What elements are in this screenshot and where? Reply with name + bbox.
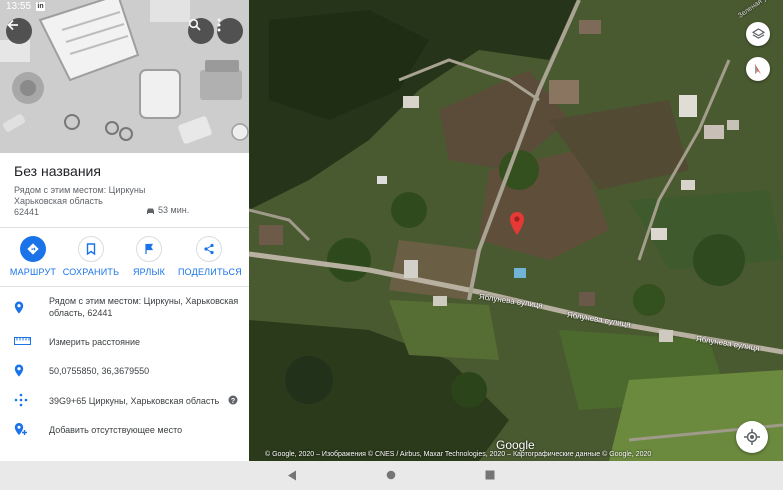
search-button[interactable] [188, 18, 214, 44]
action-bar: МАРШРУТ СОХРАНИТЬ ЯРЛЫК ПОДЕЛИТЬСЯ [0, 228, 249, 286]
save-label: СОХРАНИТЬ [62, 267, 120, 277]
drive-time: 53 мин. [146, 205, 189, 215]
dropped-pin-icon[interactable] [509, 212, 525, 236]
details-address: Рядом с этим местом: Циркуны, Харьковска… [49, 295, 238, 319]
linkedin-notification-icon: in [36, 2, 45, 11]
search-icon [188, 18, 201, 31]
nav-back-icon[interactable] [287, 470, 297, 481]
place-panel: Без названия Рядом с этим местом: Циркун… [0, 0, 249, 461]
directions-label: МАРШРУТ [9, 267, 57, 277]
directions-icon [20, 236, 46, 262]
share-button[interactable]: ПОДЕЛИТЬСЯ [178, 236, 242, 277]
plus-code-text: 39G9+65 Циркуны, Харьковская область [49, 396, 220, 406]
add-missing-place-text: Добавить отсутствующее место [49, 425, 183, 435]
coordinates-text: 50,0755850, 36,3679550 [49, 366, 150, 376]
google-logo: Google [496, 438, 535, 452]
label-label: ЯРЛЫК [132, 267, 166, 277]
place-title: Без названия [14, 163, 101, 179]
status-time: 13:55 [6, 1, 32, 12]
place-hero-illustration [0, 0, 249, 153]
map-attribution[interactable]: © Google, 2020 – Изображения © CNES / Ai… [265, 451, 651, 458]
back-button[interactable] [6, 18, 32, 44]
more-vert-icon [217, 18, 221, 32]
car-icon [147, 208, 154, 214]
layers-button[interactable] [746, 22, 770, 46]
place-address: Рядом с этим местом: Циркуны Харьковская… [14, 185, 154, 218]
my-location-button[interactable] [736, 421, 768, 453]
place-address-line3: 62441 [14, 207, 40, 217]
status-bar: 13:55 in [0, 0, 783, 14]
add-location-icon [14, 423, 27, 435]
address-row[interactable]: Рядом с этим местом: Циркуны, Харьковска… [0, 295, 249, 325]
location-pin-icon [14, 364, 24, 377]
details-address-line1: Рядом с этим местом: Циркуны, Харьковска… [49, 296, 239, 306]
system-navigation-bar [0, 461, 783, 490]
drive-time-text: 53 мин. [158, 205, 190, 215]
layers-icon [751, 27, 765, 39]
save-button[interactable]: СОХРАНИТЬ [60, 236, 122, 277]
divider [0, 286, 249, 287]
coordinates-row[interactable]: 50,0755850, 36,3679550 [0, 364, 249, 380]
place-address-line2: Харьковская область [14, 196, 103, 206]
help-icon[interactable]: ? [228, 395, 238, 405]
arrow-back-icon [7, 19, 18, 31]
bookmark-icon [78, 236, 104, 262]
ruler-icon [14, 337, 31, 345]
more-options-button[interactable] [217, 18, 243, 44]
place-info: Без названия Рядом с этим местом: Циркун… [0, 153, 249, 227]
nav-home-icon[interactable] [386, 470, 396, 480]
satellite-map[interactable]: Яблунева вулиця Яблунева вулиця Яблунева… [249, 0, 783, 461]
svg-text:?: ? [231, 398, 235, 405]
directions-button[interactable]: МАРШРУТ [2, 236, 64, 277]
crosshair-icon [744, 429, 760, 445]
share-icon [196, 236, 222, 262]
plus-code-row[interactable]: 39G9+65 Циркуны, Харьковская область ? [0, 393, 249, 409]
nav-recents-icon[interactable] [485, 470, 495, 480]
details-address-line2: область, 62441 [49, 308, 113, 318]
flag-icon [136, 236, 162, 262]
measure-distance-row[interactable]: Измерить расстояние [0, 335, 249, 351]
label-button[interactable]: ЯРЛЫК [118, 236, 180, 277]
measure-distance-text: Измерить расстояние [49, 337, 141, 347]
add-missing-place-row[interactable]: Добавить отсутствующее место [0, 422, 249, 438]
share-label: ПОДЕЛИТЬСЯ [178, 267, 242, 277]
compass-icon [755, 64, 761, 74]
compass-button[interactable] [746, 57, 770, 81]
plus-code-icon [14, 393, 28, 407]
location-pin-icon [14, 301, 24, 314]
place-address-line1: Рядом с этим местом: Циркуны [14, 185, 146, 195]
